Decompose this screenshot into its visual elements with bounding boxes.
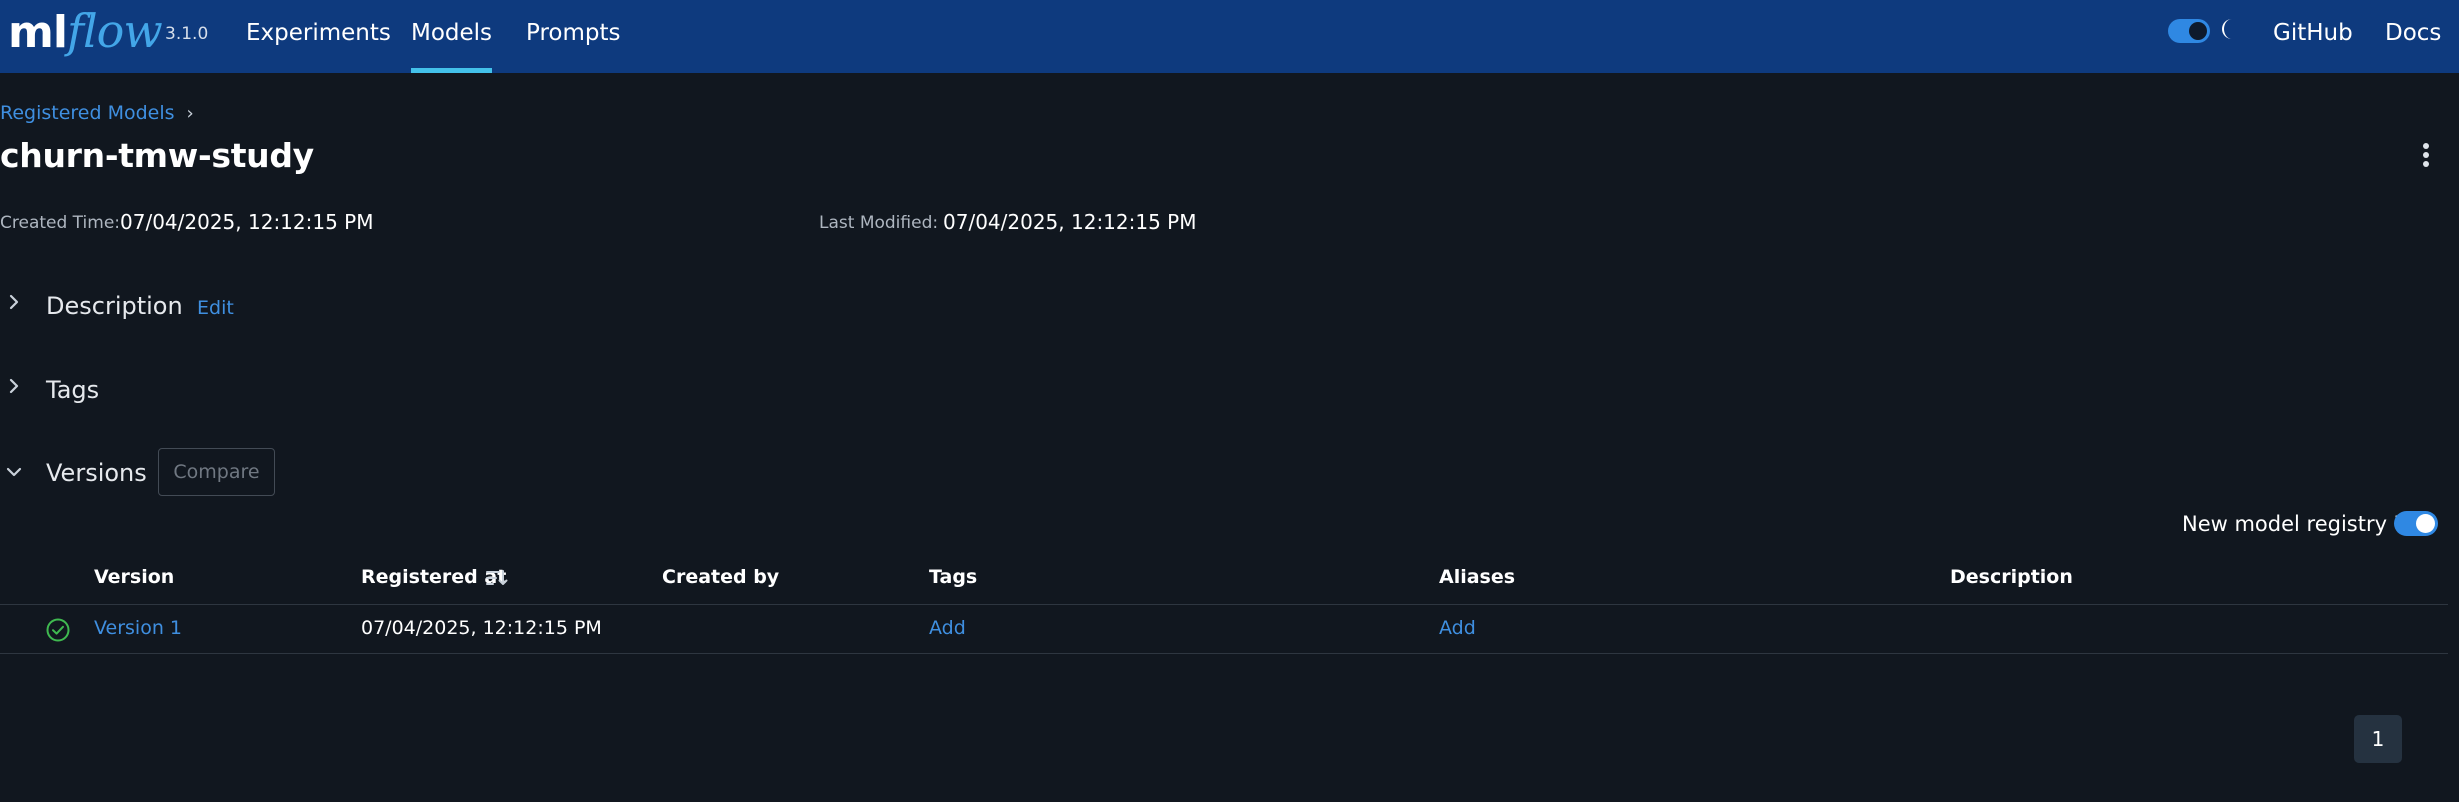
docs-link[interactable]: Docs bbox=[2385, 0, 2441, 66]
dark-mode-toggle[interactable] bbox=[2168, 19, 2210, 43]
breadcrumb: Registered Models › bbox=[0, 102, 194, 124]
tags-expand-chevron-icon[interactable] bbox=[4, 376, 24, 396]
page-title: churn-tmw-study bbox=[0, 136, 314, 175]
column-header-tags[interactable]: Tags bbox=[929, 566, 977, 588]
description-expand-chevron-icon[interactable] bbox=[4, 292, 24, 312]
pagination-page-button[interactable]: 1 bbox=[2354, 715, 2402, 763]
top-navbar: ml flow 3.1.0 Experiments Models Prompts … bbox=[0, 0, 2459, 73]
created-time-value: 07/04/2025, 12:12:15 PM bbox=[120, 210, 374, 234]
new-model-registry-label: New model registry UI bbox=[2182, 512, 2416, 536]
sort-descending-icon[interactable] bbox=[485, 567, 509, 589]
created-time-label: Created Time: bbox=[0, 213, 121, 233]
table-header-divider bbox=[0, 604, 2448, 605]
registered-at-cell: 07/04/2025, 12:12:15 PM bbox=[361, 617, 602, 639]
description-section-title[interactable]: Description bbox=[46, 292, 183, 320]
add-alias-link[interactable]: Add bbox=[1439, 617, 1476, 639]
table-row-divider bbox=[0, 653, 2448, 654]
column-header-version[interactable]: Version bbox=[94, 566, 174, 588]
toggle-knob bbox=[2189, 22, 2207, 40]
app-version: 3.1.0 bbox=[165, 24, 209, 44]
more-options-icon[interactable] bbox=[2420, 143, 2432, 171]
column-header-created-by[interactable]: Created by bbox=[662, 566, 779, 588]
description-edit-link[interactable]: Edit bbox=[197, 297, 234, 319]
moon-icon bbox=[2222, 19, 2232, 39]
new-model-registry-toggle[interactable] bbox=[2394, 511, 2438, 536]
nav-prompts[interactable]: Prompts bbox=[526, 0, 621, 73]
tags-section-title[interactable]: Tags bbox=[46, 376, 99, 404]
github-link[interactable]: GitHub bbox=[2273, 0, 2353, 66]
column-header-description[interactable]: Description bbox=[1950, 566, 2073, 588]
nav-experiments[interactable]: Experiments bbox=[246, 0, 391, 73]
toggle-knob bbox=[2416, 514, 2435, 533]
column-header-aliases[interactable]: Aliases bbox=[1439, 566, 1515, 588]
breadcrumb-chevron-icon: › bbox=[186, 103, 194, 124]
versions-section-title[interactable]: Versions bbox=[46, 459, 147, 487]
last-modified-value: 07/04/2025, 12:12:15 PM bbox=[943, 210, 1197, 234]
ready-status-check-icon bbox=[46, 618, 70, 642]
compare-button[interactable]: Compare bbox=[158, 448, 275, 496]
nav-models[interactable]: Models bbox=[411, 0, 493, 73]
version-link[interactable]: Version 1 bbox=[94, 617, 182, 639]
add-tag-link[interactable]: Add bbox=[929, 617, 966, 639]
last-modified-label: Last Modified: bbox=[819, 213, 939, 233]
logo-flow-text: flow bbox=[66, 4, 163, 58]
logo-ml-text: ml bbox=[8, 7, 68, 58]
versions-collapse-chevron-icon[interactable] bbox=[4, 462, 24, 482]
mlflow-logo[interactable]: ml flow bbox=[8, 4, 163, 60]
breadcrumb-registered-models[interactable]: Registered Models bbox=[0, 102, 175, 124]
